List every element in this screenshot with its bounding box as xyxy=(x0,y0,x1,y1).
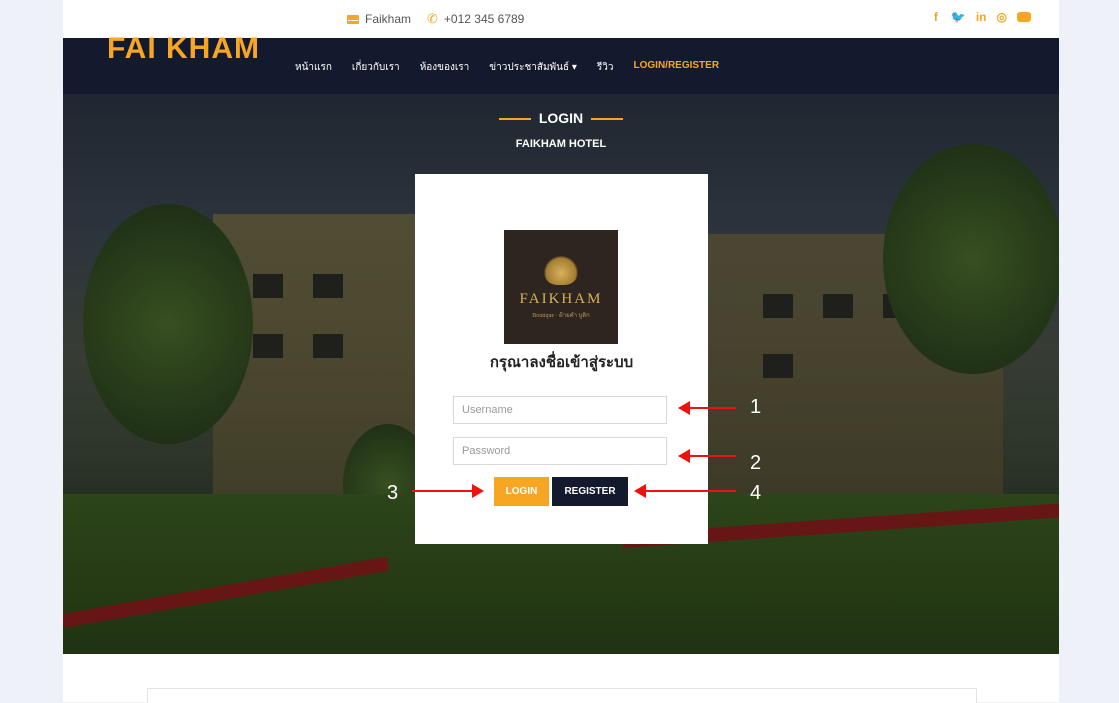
annotation-arrow-1 xyxy=(678,401,736,415)
contact-info: Faikham ✆ +012 345 6789 xyxy=(347,11,524,27)
password-input[interactable] xyxy=(453,437,667,465)
nav-item-home[interactable]: หน้าแรก xyxy=(295,60,332,75)
page: Faikham ✆ +012 345 6789 f 🐦 in ◎ FAI KHA… xyxy=(63,0,1059,703)
nav-item-rooms[interactable]: ห้องของเรา xyxy=(420,60,470,75)
annotation-label-4: 4 xyxy=(750,482,762,504)
hotel-logo: FAIKHAM Boutique · ฝ้ายคำ บูติก xyxy=(504,230,618,344)
nav-item-news-dropdown[interactable]: ข่าวประชาสัมพันธ์ ▾ xyxy=(489,60,577,75)
lotus-icon xyxy=(544,254,578,285)
envelope-icon xyxy=(347,14,359,24)
footer-panel xyxy=(147,688,977,703)
hero-banner: LOGIN FAIKHAM HOTEL FAIKHAM Boutique · ฝ… xyxy=(63,94,1059,654)
hero-title-text: LOGIN xyxy=(538,110,584,126)
hero-title: LOGIN xyxy=(63,110,1059,126)
annotation-label-2: 2 xyxy=(750,452,762,474)
twitter-icon[interactable]: 🐦 xyxy=(951,10,966,24)
annotation-arrow-4 xyxy=(634,484,736,498)
nav-item-about[interactable]: เกี่ยวกับเรา xyxy=(352,60,400,75)
nav-item-reviews[interactable]: รีวิว xyxy=(597,60,614,75)
site-logo[interactable]: FAI KHAM xyxy=(107,32,260,66)
youtube-icon[interactable] xyxy=(1017,12,1031,22)
phone-label: +012 345 6789 xyxy=(443,12,525,26)
title-line-left xyxy=(498,118,531,121)
facebook-icon[interactable]: f xyxy=(931,10,941,24)
register-button[interactable]: REGISTER xyxy=(552,477,628,506)
phone-icon: ✆ xyxy=(427,11,438,26)
title-line-right xyxy=(591,118,624,121)
hotel-logo-name: FAIKHAM xyxy=(519,290,603,307)
annotation-arrow-2 xyxy=(678,449,736,463)
phone-contact[interactable]: ✆ +012 345 6789 xyxy=(427,11,524,27)
hero-subtitle: FAIKHAM HOTEL xyxy=(515,138,607,150)
social-links: f 🐦 in ◎ xyxy=(931,10,1031,24)
username-input[interactable] xyxy=(453,396,667,424)
login-button[interactable]: LOGIN xyxy=(494,477,549,506)
email-contact[interactable]: Faikham xyxy=(347,12,411,26)
instagram-icon[interactable]: ◎ xyxy=(997,10,1007,24)
annotation-label-3: 3 xyxy=(387,482,399,504)
main-navbar: FAI KHAM หน้าแรก เกี่ยวกับเรา ห้องของเรา… xyxy=(63,32,1059,94)
email-label: Faikham xyxy=(365,12,412,26)
linkedin-icon[interactable]: in xyxy=(976,10,987,24)
login-card: FAIKHAM Boutique · ฝ้ายคำ บูติก กรุณาลงช… xyxy=(415,174,708,544)
annotation-label-1: 1 xyxy=(750,396,762,418)
nav-item-login-register[interactable]: LOGIN/REGISTER xyxy=(634,60,720,75)
annotation-arrow-3 xyxy=(412,484,484,498)
nav-menu: หน้าแรก เกี่ยวกับเรา ห้องของเรา ข่าวประช… xyxy=(295,60,719,75)
hotel-logo-tagline: Boutique · ฝ้ายคำ บูติก xyxy=(532,312,590,319)
login-heading: กรุณาลงชื่อเข้าสู่ระบบ xyxy=(489,353,634,371)
